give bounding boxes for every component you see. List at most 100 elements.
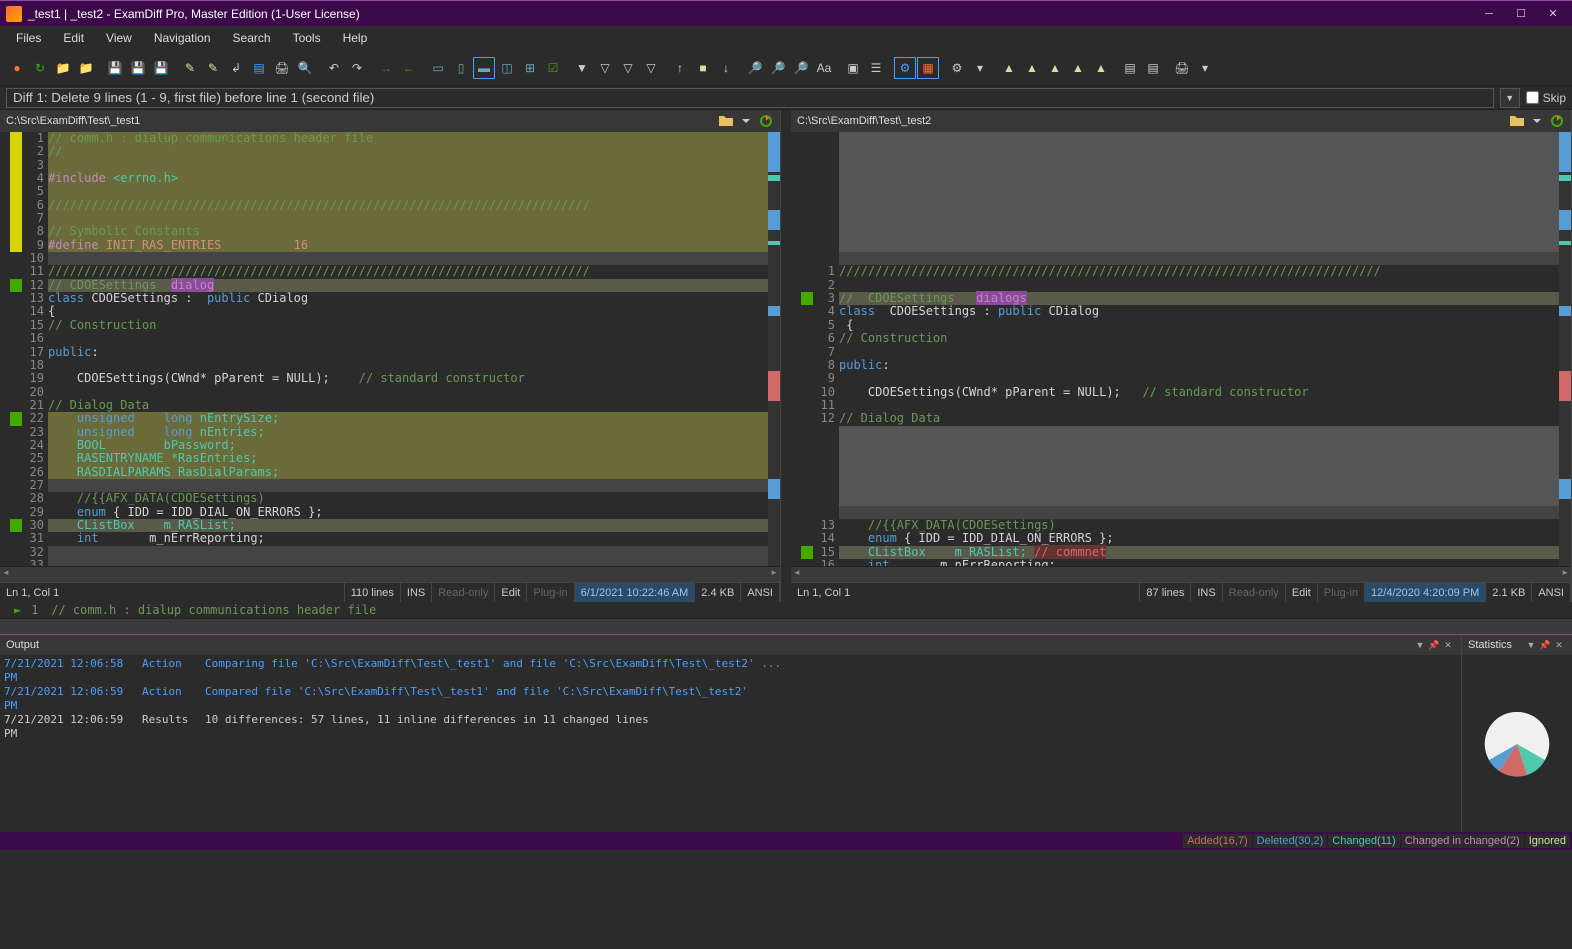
merge4-icon[interactable]: ▲ bbox=[1067, 57, 1089, 79]
right-encoding: ANSI bbox=[1532, 583, 1571, 602]
case-icon[interactable]: Aa bbox=[813, 57, 835, 79]
right-overview-strip[interactable] bbox=[1559, 132, 1571, 566]
find-next-icon[interactable]: 🔎 bbox=[767, 57, 789, 79]
menu-help[interactable]: Help bbox=[333, 28, 378, 48]
skip-checkbox[interactable] bbox=[1526, 91, 1539, 104]
merge5-icon[interactable]: ▲ bbox=[1090, 57, 1112, 79]
menu-bar: FilesEditViewNavigationSearchToolsHelp bbox=[0, 26, 1572, 50]
report-icon[interactable]: ▤ bbox=[1119, 57, 1141, 79]
folder-icon[interactable] bbox=[718, 113, 734, 129]
goto-icon[interactable]: ▤ bbox=[248, 57, 270, 79]
edit-icon[interactable]: ✎ bbox=[179, 57, 201, 79]
statistics-panel: Statistics ▼ 📌 ✕ bbox=[1462, 635, 1572, 832]
dropdown-icon[interactable] bbox=[1529, 113, 1545, 129]
pin-icon[interactable]: 📌 bbox=[1538, 638, 1552, 652]
view-v-icon[interactable]: ▯ bbox=[450, 57, 472, 79]
refresh-icon[interactable] bbox=[758, 113, 774, 129]
preview-icon[interactable]: 🔍 bbox=[294, 57, 316, 79]
maximize-button[interactable]: ☐ bbox=[1508, 3, 1534, 25]
refresh-icon[interactable]: ↻ bbox=[29, 57, 51, 79]
bookmark-icon[interactable]: ▣ bbox=[842, 57, 864, 79]
app-icon bbox=[6, 6, 22, 22]
center-sync-strip[interactable] bbox=[781, 110, 791, 602]
filter3-icon[interactable]: ▽ bbox=[617, 57, 639, 79]
dropdown-icon[interactable]: ▾ bbox=[969, 57, 991, 79]
menu-tools[interactable]: Tools bbox=[283, 28, 331, 48]
undo-icon[interactable]: ↶ bbox=[323, 57, 345, 79]
output-content[interactable]: 7/21/2021 12:06:58 PMActionComparing fil… bbox=[0, 655, 1461, 832]
options-icon[interactable]: ⚙ bbox=[894, 57, 916, 79]
right-readonly: Read-only bbox=[1223, 583, 1286, 602]
right-cursor-pos: Ln 1, Col 1 bbox=[791, 583, 1140, 602]
single-line-num: 1 bbox=[31, 603, 51, 617]
close-button[interactable]: ✕ bbox=[1540, 3, 1566, 25]
left-status-bar: Ln 1, Col 1 110 lines INS Read-only Edit… bbox=[0, 582, 780, 602]
output-row: 7/21/2021 12:06:58 PMActionComparing fil… bbox=[4, 657, 1457, 685]
merge2-icon[interactable]: ▲ bbox=[1021, 57, 1043, 79]
minimize-button[interactable]: ─ bbox=[1476, 3, 1502, 25]
print-icon[interactable]: 🖨 bbox=[271, 57, 293, 79]
menu-files[interactable]: Files bbox=[6, 28, 51, 48]
view-split-icon[interactable]: ◫ bbox=[496, 57, 518, 79]
colors-icon[interactable]: ▦ bbox=[917, 57, 939, 79]
list-icon[interactable]: ☰ bbox=[865, 57, 887, 79]
diff-nav-bar: ▼ Skip bbox=[0, 86, 1572, 110]
right-h-scrollbar[interactable] bbox=[791, 566, 1571, 582]
save-right-icon[interactable]: 💾 bbox=[150, 57, 172, 79]
panel-menu-icon[interactable]: ▼ bbox=[1413, 638, 1427, 652]
filter4-icon[interactable]: ▽ bbox=[640, 57, 662, 79]
close-panel-icon[interactable]: ✕ bbox=[1441, 638, 1455, 652]
menu-search[interactable]: Search bbox=[223, 28, 281, 48]
view-single-icon[interactable]: ▬ bbox=[473, 57, 495, 79]
save-left-icon[interactable]: 💾 bbox=[127, 57, 149, 79]
copy-left-icon[interactable]: ← bbox=[398, 57, 420, 79]
left-code-area[interactable]: 1234567891011121314151617181920212223242… bbox=[0, 132, 780, 566]
right-edit-mode[interactable]: Edit bbox=[1286, 583, 1318, 602]
word-wrap-icon[interactable]: ↲ bbox=[225, 57, 247, 79]
menu-edit[interactable]: Edit bbox=[53, 28, 94, 48]
menu-view[interactable]: View bbox=[96, 28, 142, 48]
dd-icon[interactable]: ▾ bbox=[1194, 57, 1216, 79]
filter2-icon[interactable]: ▽ bbox=[594, 57, 616, 79]
edit-both-icon[interactable]: ✎ bbox=[202, 57, 224, 79]
left-edit-mode[interactable]: Edit bbox=[495, 583, 527, 602]
folder-icon[interactable] bbox=[1509, 113, 1525, 129]
statistics-pie-chart bbox=[1462, 655, 1572, 832]
save-icon[interactable]: 💾 bbox=[104, 57, 126, 79]
filter-icon[interactable]: ▼ bbox=[571, 57, 593, 79]
up-icon[interactable]: ↑ bbox=[669, 57, 691, 79]
down-icon[interactable]: ↓ bbox=[715, 57, 737, 79]
diff-description-input[interactable] bbox=[6, 88, 1494, 108]
print2-icon[interactable]: 🖨 bbox=[1171, 57, 1193, 79]
single-line-scrollbar[interactable] bbox=[0, 618, 1572, 634]
dropdown-icon[interactable] bbox=[738, 113, 754, 129]
menu-navigation[interactable]: Navigation bbox=[144, 28, 221, 48]
open-right-icon[interactable]: 📁 bbox=[75, 57, 97, 79]
export-icon[interactable]: ▤ bbox=[1142, 57, 1164, 79]
left-date: 6/1/2021 10:22:46 AM bbox=[575, 583, 696, 602]
view-4-icon[interactable]: ☑ bbox=[542, 57, 564, 79]
left-h-scrollbar[interactable] bbox=[0, 566, 780, 582]
compare-icon[interactable]: ● bbox=[6, 57, 28, 79]
left-overview-strip[interactable] bbox=[768, 132, 780, 566]
pin-icon[interactable]: 📌 bbox=[1427, 638, 1441, 652]
view-h-icon[interactable]: ▭ bbox=[427, 57, 449, 79]
find-prev-icon[interactable]: 🔎 bbox=[790, 57, 812, 79]
right-code-area[interactable]: 12345678910111213141516 ////////////////… bbox=[791, 132, 1571, 566]
skip-checkbox-label[interactable]: Skip bbox=[1526, 91, 1566, 105]
panel-menu-icon[interactable]: ▼ bbox=[1524, 638, 1538, 652]
close-panel-icon[interactable]: ✕ bbox=[1552, 638, 1566, 652]
redo-icon[interactable]: ↷ bbox=[346, 57, 368, 79]
statistics-panel-header: Statistics ▼ 📌 ✕ bbox=[1462, 635, 1572, 655]
find-icon[interactable]: 🔎 bbox=[744, 57, 766, 79]
settings-icon[interactable]: ⚙ bbox=[946, 57, 968, 79]
copy-right-icon[interactable]: → bbox=[375, 57, 397, 79]
refresh-icon[interactable] bbox=[1549, 113, 1565, 129]
merge1-icon[interactable]: ▲ bbox=[998, 57, 1020, 79]
open-left-icon[interactable]: 📁 bbox=[52, 57, 74, 79]
first-diff-icon[interactable]: ■ bbox=[692, 57, 714, 79]
view-3-icon[interactable]: ⊞ bbox=[519, 57, 541, 79]
diff-dropdown-button[interactable]: ▼ bbox=[1500, 88, 1520, 108]
merge3-icon[interactable]: ▲ bbox=[1044, 57, 1066, 79]
output-row: 7/21/2021 12:06:59 PMResults10 differenc… bbox=[4, 713, 1457, 741]
